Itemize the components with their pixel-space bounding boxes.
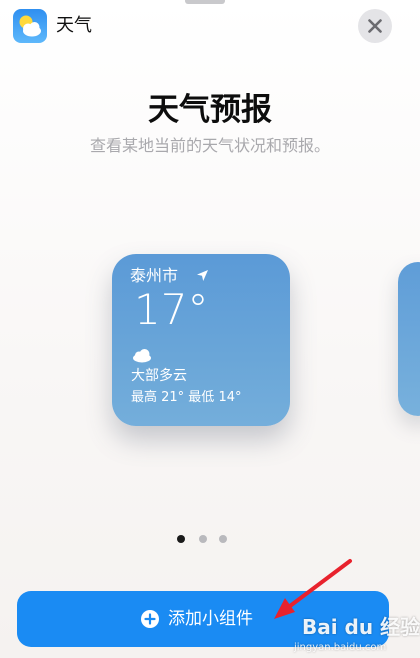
sun-cloud-icon: [19, 15, 41, 37]
sheet-grabber[interactable]: [185, 0, 225, 4]
next-widget-preview[interactable]: [398, 262, 420, 416]
cloud-icon: [133, 349, 151, 363]
weather-widget-preview[interactable]: 泰州市 17° 大部多云 最高 21° 最低 14°: [112, 254, 290, 426]
location-arrow-icon: [197, 270, 208, 281]
widget-condition: 大部多云: [131, 368, 187, 384]
app-name: 天气: [56, 15, 92, 36]
baidu-watermark: Bai du 经验 jingyan.baidu.com: [292, 615, 420, 657]
plus-circle-icon: [141, 610, 159, 628]
widget-temperature: 17°: [134, 285, 209, 334]
add-widget-label: 添加小组件: [168, 609, 253, 629]
plus-icon: [144, 613, 156, 625]
widget-gallery-sheet: { "header": { "app_name": "天气", "app_ico…: [0, 0, 420, 658]
widget-title: 天气预报: [148, 92, 272, 128]
page-dot-3[interactable]: [219, 535, 227, 543]
close-button[interactable]: [358, 9, 392, 43]
watermark-logo: Bai du 经验: [302, 615, 420, 639]
widget-description: 查看某地当前的天气状况和预报。: [89, 136, 330, 155]
weather-app-icon: [13, 9, 47, 43]
page-dot-1[interactable]: [177, 535, 185, 543]
watermark-url: jingyan.baidu.com: [294, 642, 387, 653]
page-dot-2[interactable]: [199, 535, 207, 543]
close-icon: [368, 19, 382, 33]
page-indicator[interactable]: [175, 535, 235, 545]
widget-high-low: 最高 21° 最低 14°: [131, 390, 242, 405]
